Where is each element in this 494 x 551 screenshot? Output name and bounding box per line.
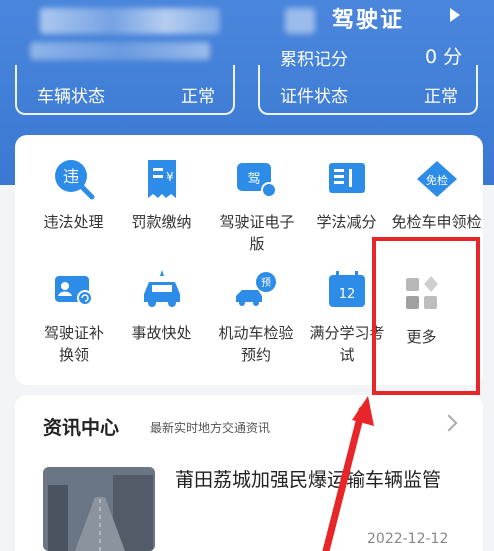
annotation-arrow bbox=[322, 396, 374, 551]
